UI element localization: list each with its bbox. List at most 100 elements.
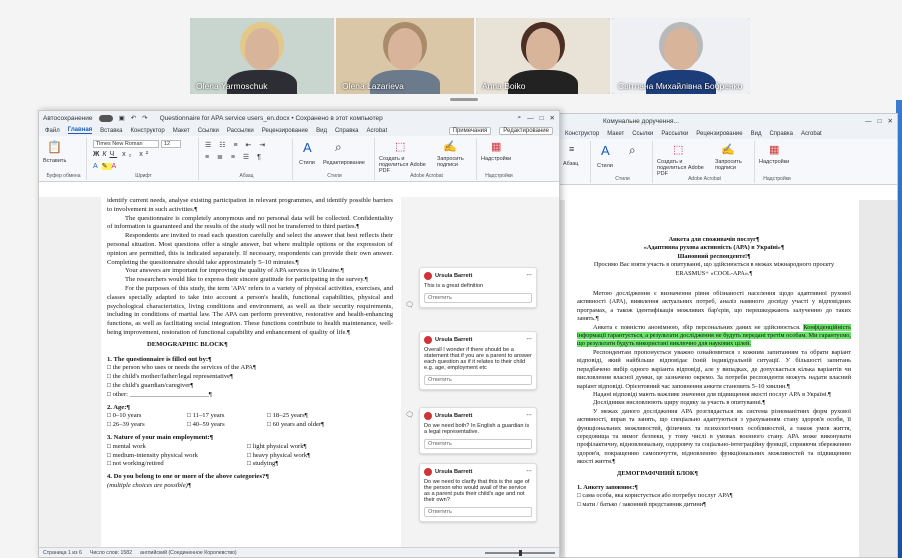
comment-card[interactable]: Ursula Barrett ⋯ This is a great definiti… (419, 267, 537, 308)
redo-icon[interactable]: ↷ (142, 114, 147, 122)
reply-input[interactable]: Ответить (424, 293, 532, 303)
tab-insert[interactable]: Вставка (100, 128, 122, 134)
color-buttons[interactable]: A✎A (93, 162, 120, 170)
tab-review[interactable]: Рецензирование (696, 131, 742, 137)
request-signature-icon[interactable]: ✍ (721, 143, 735, 156)
status-language[interactable]: английский (Соединенное Королевство) (140, 550, 237, 556)
checkbox-option[interactable]: □ 26–39 years (107, 421, 187, 430)
minimize-icon[interactable]: — (865, 118, 872, 125)
request-signature-label[interactable]: Запросить подписи (715, 159, 753, 171)
font-name-select[interactable]: Times New Roman (93, 140, 159, 148)
maximize-icon[interactable]: □ (878, 118, 882, 125)
checkbox-option[interactable]: □ other: ________________________¶ (107, 391, 393, 400)
checkbox-option[interactable]: □ mental work (107, 443, 247, 452)
save-icon[interactable]: ▣ (119, 114, 125, 122)
tab-help[interactable]: Справка (335, 128, 359, 134)
checkbox-option[interactable]: □ the child's mother/father/legal repres… (107, 373, 393, 382)
tab-mailings[interactable]: Рассылки (227, 128, 254, 134)
adobe-create-label[interactable]: Создать и поделиться Adobe PDF (657, 159, 711, 177)
status-page[interactable]: Страница 1 из 6 (43, 550, 82, 556)
checkbox-option[interactable]: □ studying¶ (247, 460, 377, 469)
tab-file[interactable]: Файл (45, 128, 60, 134)
close-icon[interactable]: ✕ (550, 114, 555, 122)
paste-label[interactable]: Вставить (43, 158, 66, 164)
status-words[interactable]: Число слов: 1582 (90, 550, 132, 556)
tab-home[interactable]: Главная (67, 127, 93, 134)
checkbox-option[interactable]: □ the child's guardian/caregiver¶ (107, 382, 393, 391)
minimize-icon[interactable]: — (527, 115, 534, 122)
comment-marker-icon[interactable]: 🗨 (405, 301, 414, 309)
request-signature-icon[interactable]: ✍ (443, 140, 457, 153)
tab-references[interactable]: Ссылки (198, 128, 219, 134)
addins-label[interactable]: Надстройки (481, 156, 511, 162)
tab-help[interactable]: Справка (769, 131, 793, 137)
styles-icon[interactable]: A (601, 143, 610, 158)
checkbox-option[interactable]: □ the person who uses or needs the servi… (107, 364, 393, 373)
drag-handle[interactable] (450, 98, 478, 101)
checkbox-option[interactable]: □ 60 years and older¶ (267, 421, 367, 430)
reply-input[interactable]: Ответить (424, 375, 532, 385)
addins-label[interactable]: Надстройки (759, 159, 789, 165)
paragraph-icon[interactable]: ≡ (569, 144, 574, 154)
document-page[interactable]: Анкета для споживачів послуг¶ «Адаптивна… (565, 200, 859, 557)
editing-mode-button[interactable]: Редактирование (499, 126, 553, 135)
checkbox-option[interactable]: □ 0–10 years (107, 412, 187, 421)
align-buttons[interactable]: ≡ ≣ ≡ ☰ ¶ (205, 153, 264, 161)
tab-design[interactable]: Конструктор (130, 128, 164, 134)
more-icon[interactable]: ⋯ (526, 413, 532, 419)
reply-input[interactable]: Ответить (424, 439, 532, 449)
checkbox-option[interactable]: □ 11–17 years (187, 412, 267, 421)
participant-tile[interactable]: Olena Yarmoschuk (190, 18, 334, 94)
more-icon[interactable]: ⋯ (526, 337, 532, 343)
comment-marker-icon[interactable]: 🗨 (405, 411, 414, 419)
addins-icon[interactable]: ▦ (769, 143, 779, 156)
checkbox-option[interactable]: □ light physical work¶ (247, 443, 377, 452)
comment-card[interactable]: Ursula Barrett ⋯ Overall I wonder if ther… (419, 331, 537, 390)
reply-input[interactable]: Ответить (424, 507, 532, 517)
addins-icon[interactable]: ▦ (491, 140, 501, 153)
comment-card[interactable]: Ursula Barrett ⋯ Do we need to clarify th… (419, 463, 537, 522)
search-icon[interactable]: ⌕ (517, 114, 521, 122)
adobe-pdf-icon[interactable]: ⬚ (395, 140, 405, 153)
tab-review[interactable]: Рецензирование (262, 128, 308, 134)
styles-icon[interactable]: A (303, 140, 312, 155)
checkbox-option[interactable]: □ сама особа, яка користується або потре… (577, 492, 851, 500)
maximize-icon[interactable]: □ (540, 115, 544, 122)
tab-acrobat[interactable]: Acrobat (801, 131, 822, 137)
participant-tile[interactable]: Світлана Михайлівна Бобренко (612, 18, 750, 94)
close-icon[interactable]: ✕ (888, 117, 893, 125)
tab-layout[interactable]: Макет (173, 128, 190, 134)
participant-tile[interactable]: Olena Lazarieva (336, 18, 474, 94)
styles-label[interactable]: Стили (299, 160, 315, 166)
tab-mailings[interactable]: Рассылки (661, 131, 688, 137)
paste-icon[interactable]: 📋 (47, 140, 62, 154)
list-buttons[interactable]: ☰ ☷ ≡ ⇤ ⇥ (205, 141, 268, 149)
more-icon[interactable]: ⋯ (526, 273, 532, 279)
autosave-toggle[interactable] (98, 114, 113, 122)
checkbox-option[interactable]: □ 40–59 years (187, 421, 267, 430)
tab-acrobat[interactable]: Acrobat (367, 128, 388, 134)
checkbox-option[interactable]: □ medium-intensity physical work (107, 452, 247, 461)
adobe-pdf-icon[interactable]: ⬚ (673, 143, 683, 156)
undo-icon[interactable]: ↶ (131, 114, 136, 122)
tab-layout[interactable]: Макет (607, 131, 624, 137)
editing-label[interactable]: Редактирование (323, 160, 365, 166)
notes-button[interactable]: Примечания (448, 126, 492, 135)
checkbox-option[interactable]: □ 18–25 years¶ (267, 412, 367, 421)
request-signature-label[interactable]: Запросить подписи (437, 156, 475, 168)
zoom-slider[interactable] (485, 549, 555, 556)
tab-view[interactable]: Вид (751, 131, 762, 137)
more-icon[interactable]: ⋯ (526, 469, 532, 475)
checkbox-option[interactable]: □ not working/retired (107, 460, 247, 469)
checkbox-option[interactable]: □ heavy physical work¶ (247, 452, 377, 461)
participant-tile[interactable]: Anna Boiko (476, 18, 610, 94)
document-page[interactable]: identify current needs, analyse existing… (101, 197, 401, 549)
adobe-create-label[interactable]: Создать и поделиться Adobe PDF (379, 156, 433, 174)
tab-references[interactable]: Ссылки (632, 131, 653, 137)
font-size-select[interactable]: 12 (161, 140, 181, 148)
styles-label[interactable]: Стили (597, 163, 613, 169)
comment-card[interactable]: Ursula Barrett ⋯ Do we need both? In Engl… (419, 407, 537, 454)
format-buttons[interactable]: ЖКЧ x₂ x² (93, 151, 151, 158)
checkbox-option[interactable]: □ мати / батько / законний представник д… (577, 501, 851, 509)
editing-icon[interactable]: ⌕ (629, 143, 636, 158)
